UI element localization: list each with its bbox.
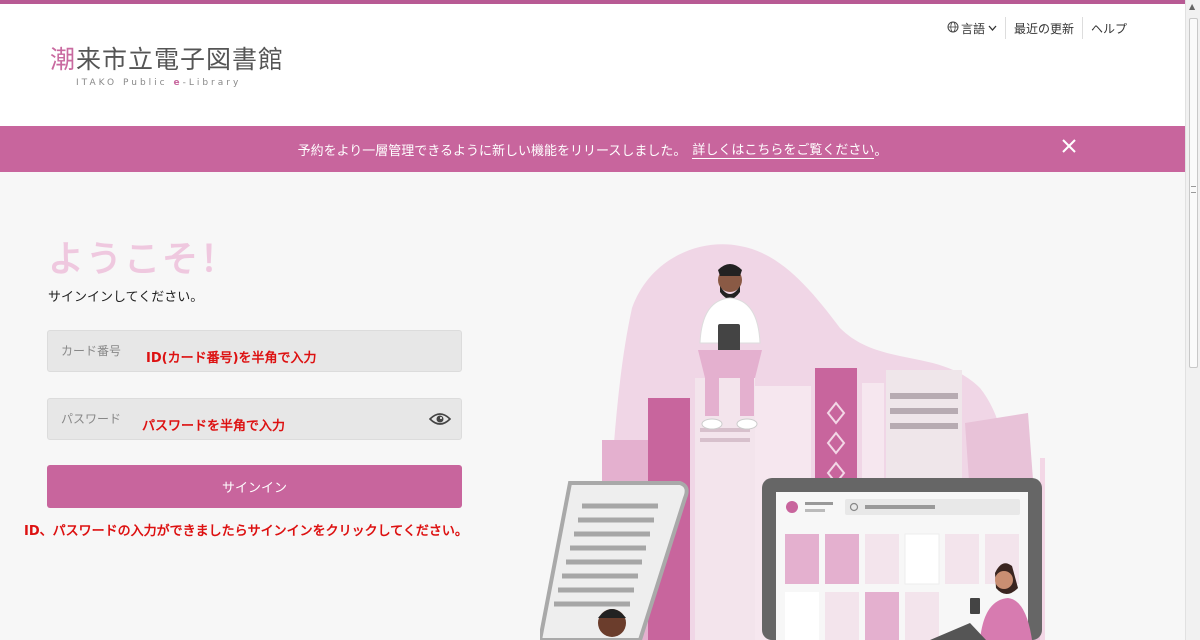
logo-subtitle-pre: ITAKO Public xyxy=(76,78,174,88)
chevron-down-icon xyxy=(988,23,997,34)
top-navigation: 言語 最近の更新 ヘルプ xyxy=(939,16,1135,40)
eye-icon[interactable] xyxy=(428,411,452,431)
book-shape xyxy=(695,378,755,640)
person-head-shape xyxy=(598,609,626,637)
scrollbar-grip-icon xyxy=(1191,186,1196,193)
scroll-up-arrow-icon[interactable]: ▲ xyxy=(1189,2,1195,11)
card-number-annotation: ID(カード番号)を半角で入力 xyxy=(146,351,317,366)
globe-icon xyxy=(947,21,959,36)
announcement-banner: 予約をより一層管理できるように新しい機能をリリースしました。 詳しくはこちらをご… xyxy=(0,126,1185,172)
welcome-heading: ようこそ！ xyxy=(48,239,239,280)
signin-instruction-annotation: ID、パスワードの入力ができましたらサインインをクリックしてください。 xyxy=(24,524,468,539)
vertical-scrollbar[interactable]: ▲ xyxy=(1185,0,1200,640)
library-logo[interactable]: 潮来市立電子図書館 ITAKO Public e-Library xyxy=(50,40,284,88)
banner-text: 予約をより一層管理できるように新しい機能をリリースしました。 xyxy=(297,143,687,159)
logo-subtitle: ITAKO Public e-Library xyxy=(50,78,284,88)
logo-title-rest: 来市立電子図書館 xyxy=(76,45,285,74)
banner-details-link[interactable]: 詳しくはこちらをご覧ください xyxy=(692,139,875,159)
banner-link-suffix: 。 xyxy=(874,143,888,159)
help-link[interactable]: ヘルプ xyxy=(1083,16,1135,40)
reading-illustration xyxy=(537,228,1091,640)
language-menu[interactable]: 言語 xyxy=(939,16,1005,40)
signin-button[interactable]: サインイン xyxy=(47,465,462,508)
close-icon[interactable] xyxy=(1061,137,1077,159)
signin-prompt: サインインしてください。 xyxy=(48,290,204,305)
logo-title-first-char: 潮 xyxy=(50,45,77,74)
scrollbar-thumb[interactable] xyxy=(1189,18,1198,368)
header: 潮来市立電子図書館 ITAKO Public e-Library 言語 最近の更… xyxy=(0,4,1185,126)
logo-title: 潮来市立電子図書館 xyxy=(50,40,284,76)
password-annotation: パスワードを半角で入力 xyxy=(142,419,286,434)
recent-updates-link[interactable]: 最近の更新 xyxy=(1006,16,1082,40)
logo-subtitle-post: -Library xyxy=(182,78,242,88)
logo-subtitle-e: e xyxy=(173,78,183,88)
language-label: 言語 xyxy=(960,21,985,36)
